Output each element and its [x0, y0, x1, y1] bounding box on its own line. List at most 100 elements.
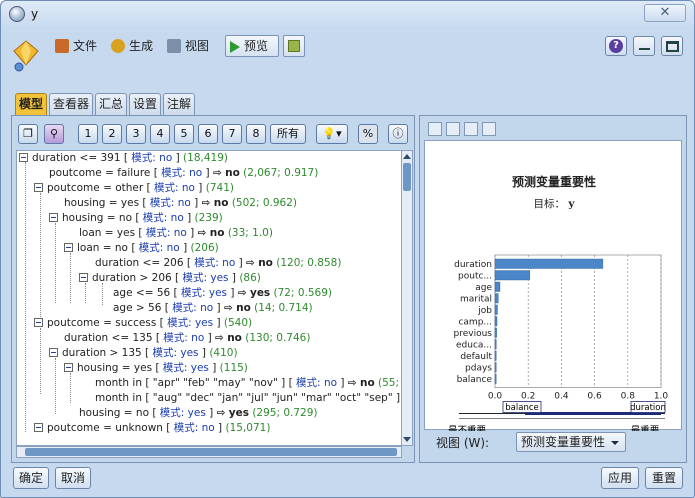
tree-node[interactable]: duration > 135 [ 模式: yes ] (410) [49, 346, 238, 361]
chevron-down-icon [611, 441, 619, 445]
info-button[interactable]: ⓘ [388, 124, 408, 144]
category-label: camp... [458, 318, 492, 328]
tree-node[interactable]: duration > 206 [ 模式: yes ] (86) [79, 271, 261, 286]
export-chart-icon[interactable] [464, 122, 478, 136]
bar [494, 350, 497, 361]
chart-options-icon[interactable] [482, 122, 496, 136]
collapse-toggle[interactable] [34, 183, 43, 192]
category-label: poutc... [458, 272, 492, 282]
x-tick-label: 0.6 [587, 392, 602, 402]
collapse-toggle[interactable] [34, 318, 43, 327]
collapse-toggle[interactable] [19, 153, 28, 162]
collapse-toggle[interactable] [64, 363, 73, 372]
tree-node[interactable]: loan = no [ 模式: no ] (206) [64, 241, 219, 256]
level-4-button[interactable]: 4 [150, 124, 170, 144]
app-icon [9, 6, 25, 22]
collapse-toggle[interactable] [79, 273, 88, 282]
copy-chart-icon[interactable] [446, 122, 460, 136]
view-menu[interactable]: 视图 [167, 37, 209, 55]
tab-model[interactable]: 模型 [15, 93, 47, 115]
play-icon [230, 41, 240, 53]
tab-viewer[interactable]: 查看器 [49, 93, 93, 115]
title-bar: y ✕ [1, 1, 694, 27]
tree-node[interactable]: poutcome = other [ 模式: no ] (741) [34, 181, 234, 196]
scroll-thumb[interactable] [25, 448, 397, 456]
tree-horizontal-scrollbar[interactable] [16, 446, 402, 458]
tab-settings[interactable]: 设置 [129, 93, 161, 115]
tree-node[interactable]: housing = no [ 模式: no ] (239) [49, 211, 223, 226]
importance-bar-chart: 0.0 0.2 0.4 0.6 0.8 1.0durationpoutc...agemar… [448, 254, 668, 431]
bar [494, 339, 497, 350]
view-control: 视图 (W): 预测变量重要性 [436, 432, 626, 452]
collapse-toggle[interactable] [49, 348, 58, 357]
bar [494, 270, 531, 281]
percent-toggle-button[interactable]: % [358, 124, 378, 144]
all-levels-button[interactable]: 所有 [270, 124, 306, 144]
tree-node[interactable]: age <= 56 [ 模式: yes ] ⇨ yes (72; 0.569) [113, 286, 332, 301]
preview-label: 预览 [244, 39, 269, 53]
tree-node[interactable]: month in [ "apr" "feb" "may" "nov" ] [ 模… [95, 376, 401, 391]
preview-button[interactable]: 预览 [225, 35, 279, 57]
file-icon [55, 39, 69, 53]
apply-button[interactable]: 应用 [601, 467, 639, 489]
tree-node[interactable]: housing = no [ 模式: yes ] ⇨ yes (295; 0.7… [79, 406, 318, 421]
file-menu[interactable]: 文件 [55, 37, 97, 55]
collapse-toggle[interactable] [34, 423, 43, 432]
category-label: educa... [456, 341, 492, 351]
tree-node[interactable]: poutcome = unknown [ 模式: no ] (15,071) [34, 421, 270, 436]
tree-node[interactable]: housing = yes [ 模式: yes ] (115) [64, 361, 248, 376]
bar [494, 258, 604, 269]
level-1-button[interactable]: 1 [78, 124, 98, 144]
tree-node[interactable]: age > 56 [ 模式: no ] ⇨ no (14; 0.714) [113, 301, 313, 316]
tree-node[interactable]: duration <= 391 [ 模式: no ] (18,419) [19, 151, 228, 166]
cancel-button[interactable]: 取消 [55, 467, 91, 489]
branch-view-button[interactable]: ⚲ [44, 124, 64, 144]
tree-node[interactable]: month in [ "aug" "dec" "jan" "jul" "jun"… [95, 391, 401, 406]
level-8-button[interactable]: 8 [246, 124, 266, 144]
ok-button[interactable]: 确定 [13, 467, 49, 489]
close-button[interactable]: ✕ [644, 4, 686, 22]
bulb-dropdown-button[interactable]: 💡▾ [316, 124, 348, 144]
window-title: y [31, 7, 39, 21]
scroll-thumb[interactable] [403, 163, 411, 191]
maximize-icon [666, 41, 679, 52]
category-label: marital [460, 295, 492, 305]
tree-toolbar: ❐ ⚲ 1 2 3 4 5 6 7 8 所有 💡▾ % ⓘ [12, 116, 414, 150]
generate-icon [111, 39, 125, 53]
category-label: default [460, 352, 492, 362]
help-button[interactable]: ? [605, 36, 627, 56]
model-nugget-icon [13, 40, 39, 72]
level-7-button[interactable]: 7 [222, 124, 242, 144]
level-3-button[interactable]: 3 [126, 124, 146, 144]
reset-button[interactable]: 重置 [645, 467, 683, 489]
level-2-button[interactable]: 2 [102, 124, 122, 144]
collapse-toggle[interactable] [49, 213, 58, 222]
maximize-button[interactable] [661, 36, 683, 56]
generate-node-button[interactable] [283, 35, 305, 57]
level-5-button[interactable]: 5 [174, 124, 194, 144]
minimize-icon [639, 48, 650, 50]
tab-summary[interactable]: 汇总 [95, 93, 127, 115]
minimize-button[interactable] [633, 36, 655, 56]
file-menu-label: 文件 [73, 39, 98, 53]
bar [494, 373, 497, 384]
tree-vertical-scrollbar[interactable] [402, 150, 413, 446]
tree-node[interactable]: duration <= 206 [ 模式: no ] ⇨ no (120; 0.… [95, 256, 341, 271]
tree-node[interactable]: poutcome = failure [ 模式: no ] ⇨ no (2,06… [49, 166, 318, 181]
view-select[interactable]: 预测变量重要性 [516, 432, 626, 452]
level-6-button[interactable]: 6 [198, 124, 218, 144]
generate-menu[interactable]: 生成 [111, 37, 153, 55]
tree-node[interactable]: loan = yes [ 模式: no ] ⇨ no (33; 1.0) [79, 226, 273, 241]
tree-node[interactable]: duration <= 135 [ 模式: no ] ⇨ no (130; 0.… [64, 331, 310, 346]
tree-node[interactable]: poutcome = success [ 模式: yes ] (540) [34, 316, 252, 331]
category-label: duration [454, 260, 492, 270]
tree-node[interactable]: housing = yes [ 模式: no ] ⇨ no (502; 0.96… [64, 196, 297, 211]
bar [494, 316, 498, 327]
bar [494, 327, 497, 338]
tab-annotation[interactable]: 注解 [163, 93, 195, 115]
edit-chart-icon[interactable] [428, 122, 442, 136]
node-icon [288, 40, 300, 52]
importance-chart: 预测变量重要性 目标： y 0.0 0.2 0.4 0.6 0.8 1.0 duration… [424, 140, 682, 431]
collapse-toggle[interactable] [64, 243, 73, 252]
copy-button[interactable]: ❐ [18, 124, 38, 144]
